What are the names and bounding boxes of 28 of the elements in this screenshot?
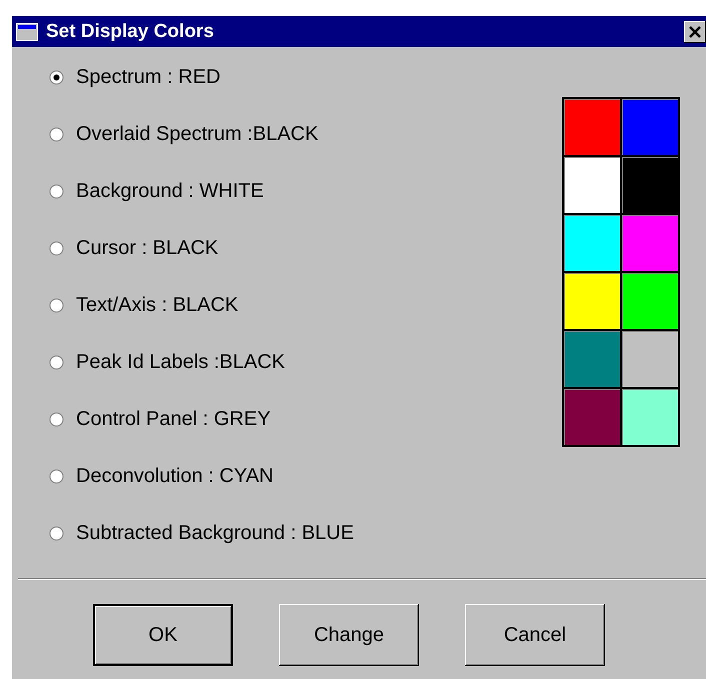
radio-option[interactable]: Control Panel : GREY	[49, 404, 271, 435]
color-swatch[interactable]	[564, 99, 620, 155]
color-swatch[interactable]	[622, 99, 678, 155]
radio-option[interactable]: Cursor : BLACK	[49, 233, 218, 264]
close-icon	[688, 24, 702, 38]
radio-option[interactable]: Subtracted Background : BLUE	[49, 518, 354, 549]
radio-option[interactable]: Deconvolution : CYAN	[49, 461, 274, 492]
color-swatch[interactable]	[564, 273, 620, 329]
radio-option[interactable]: Overlaid Spectrum :BLACK	[49, 119, 318, 150]
radio-option[interactable]: Text/Axis : BLACK	[49, 290, 238, 321]
radio-option[interactable]: Peak Id Labels :BLACK	[49, 347, 286, 378]
color-swatch[interactable]	[564, 215, 620, 271]
radio-option[interactable]: Spectrum : RED	[49, 62, 220, 93]
color-swatch[interactable]	[622, 215, 678, 271]
color-swatch[interactable]	[622, 331, 678, 387]
color-swatch[interactable]	[622, 157, 678, 213]
window-icon	[16, 22, 38, 40]
color-swatch[interactable]	[564, 389, 620, 445]
dialog-button[interactable]: Cancel	[465, 604, 605, 666]
dialog-button[interactable]: OK	[93, 604, 233, 666]
window-title: Set Display Colors	[46, 20, 215, 42]
close-button[interactable]	[684, 20, 706, 42]
color-swatch[interactable]	[564, 331, 620, 387]
color-swatch[interactable]	[564, 157, 620, 213]
radio-option[interactable]: Background : WHITE	[49, 176, 264, 207]
color-swatch[interactable]	[622, 389, 678, 445]
dialog-button[interactable]: Change	[279, 604, 419, 666]
color-swatch[interactable]	[622, 273, 678, 329]
